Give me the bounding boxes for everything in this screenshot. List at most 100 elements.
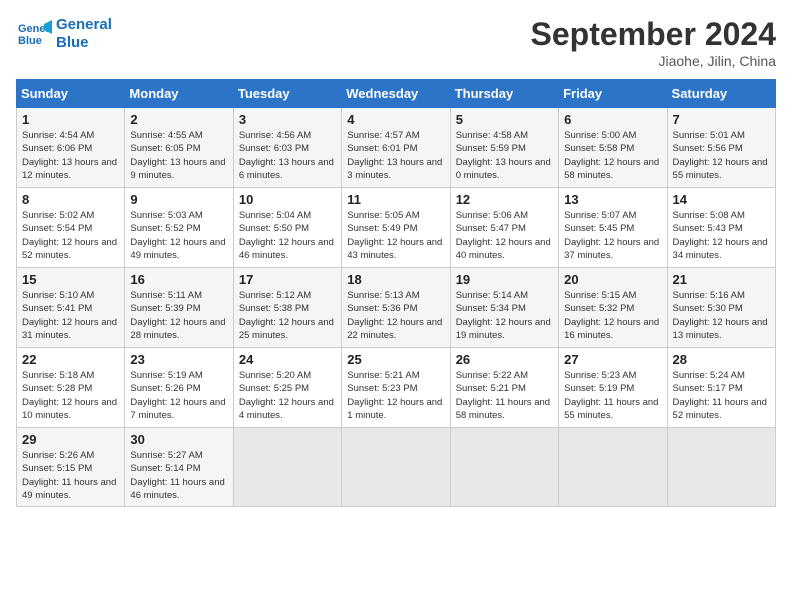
day-number: 17 bbox=[239, 272, 336, 287]
day-detail: Sunrise: 4:58 AMSunset: 5:59 PMDaylight:… bbox=[456, 130, 551, 181]
day-detail: Sunrise: 5:19 AMSunset: 5:26 PMDaylight:… bbox=[130, 370, 225, 421]
day-detail: Sunrise: 5:23 AMSunset: 5:19 PMDaylight:… bbox=[564, 370, 658, 421]
day-number: 10 bbox=[239, 192, 336, 207]
day-detail: Sunrise: 5:07 AMSunset: 5:45 PMDaylight:… bbox=[564, 210, 659, 261]
calendar-cell: 15Sunrise: 5:10 AMSunset: 5:41 PMDayligh… bbox=[17, 268, 125, 348]
day-number: 12 bbox=[456, 192, 553, 207]
calendar-cell bbox=[667, 428, 775, 507]
calendar-week-row: 29 Sunrise: 5:26 AMSunset: 5:15 PMDayligh… bbox=[17, 428, 776, 507]
calendar-week-row: 1Sunrise: 4:54 AMSunset: 6:06 PMDaylight… bbox=[17, 108, 776, 188]
calendar-cell: 1Sunrise: 4:54 AMSunset: 6:06 PMDaylight… bbox=[17, 108, 125, 188]
calendar-table: SundayMondayTuesdayWednesdayThursdayFrid… bbox=[16, 79, 776, 507]
calendar-cell: 29 Sunrise: 5:26 AMSunset: 5:15 PMDayligh… bbox=[17, 428, 125, 507]
day-number: 29 bbox=[22, 432, 119, 447]
calendar-cell: 7Sunrise: 5:01 AMSunset: 5:56 PMDaylight… bbox=[667, 108, 775, 188]
calendar-cell bbox=[559, 428, 667, 507]
day-number: 8 bbox=[22, 192, 119, 207]
day-number: 11 bbox=[347, 192, 444, 207]
calendar-cell: 28 Sunrise: 5:24 AMSunset: 5:17 PMDayligh… bbox=[667, 348, 775, 428]
day-number: 27 bbox=[564, 352, 661, 367]
calendar-cell bbox=[450, 428, 558, 507]
calendar-cell: 24Sunrise: 5:20 AMSunset: 5:25 PMDayligh… bbox=[233, 348, 341, 428]
weekday-header-sunday: Sunday bbox=[17, 80, 125, 108]
day-detail: Sunrise: 5:11 AMSunset: 5:39 PMDaylight:… bbox=[130, 290, 225, 341]
day-number: 28 bbox=[673, 352, 770, 367]
calendar-cell: 13 Sunrise: 5:07 AMSunset: 5:45 PMDayligh… bbox=[559, 188, 667, 268]
calendar-cell: 27 Sunrise: 5:23 AMSunset: 5:19 PMDayligh… bbox=[559, 348, 667, 428]
weekday-header-thursday: Thursday bbox=[450, 80, 558, 108]
day-number: 14 bbox=[673, 192, 770, 207]
day-number: 9 bbox=[130, 192, 227, 207]
calendar-cell: 14 Sunrise: 5:08 AMSunset: 5:43 PMDayligh… bbox=[667, 188, 775, 268]
day-detail: Sunrise: 4:56 AMSunset: 6:03 PMDaylight:… bbox=[239, 130, 334, 181]
logo: General Blue General Blue bbox=[16, 16, 112, 52]
calendar-cell: 20Sunrise: 5:15 AMSunset: 5:32 PMDayligh… bbox=[559, 268, 667, 348]
logo-text-line2: Blue bbox=[56, 34, 112, 52]
location: Jiaohe, Jilin, China bbox=[531, 53, 776, 69]
weekday-header-friday: Friday bbox=[559, 80, 667, 108]
weekday-header-row: SundayMondayTuesdayWednesdayThursdayFrid… bbox=[17, 80, 776, 108]
day-number: 3 bbox=[239, 112, 336, 127]
calendar-cell: 5 Sunrise: 4:58 AMSunset: 5:59 PMDaylight… bbox=[450, 108, 558, 188]
day-detail: Sunrise: 5:10 AMSunset: 5:41 PMDaylight:… bbox=[22, 290, 117, 341]
calendar-cell: 8Sunrise: 5:02 AMSunset: 5:54 PMDaylight… bbox=[17, 188, 125, 268]
month-title: September 2024 bbox=[531, 16, 776, 53]
day-number: 22 bbox=[22, 352, 119, 367]
calendar-cell: 16 Sunrise: 5:11 AMSunset: 5:39 PMDayligh… bbox=[125, 268, 233, 348]
day-number: 16 bbox=[130, 272, 227, 287]
calendar-cell: 2Sunrise: 4:55 AMSunset: 6:05 PMDaylight… bbox=[125, 108, 233, 188]
day-detail: Sunrise: 5:06 AMSunset: 5:47 PMDaylight:… bbox=[456, 210, 551, 261]
day-detail: Sunrise: 5:13 AMSunset: 5:36 PMDaylight:… bbox=[347, 290, 442, 341]
weekday-header-wednesday: Wednesday bbox=[342, 80, 450, 108]
day-detail: Sunrise: 4:57 AMSunset: 6:01 PMDaylight:… bbox=[347, 130, 442, 181]
day-number: 25 bbox=[347, 352, 444, 367]
calendar-cell: 22 Sunrise: 5:18 AMSunset: 5:28 PMDayligh… bbox=[17, 348, 125, 428]
day-number: 7 bbox=[673, 112, 770, 127]
day-detail: Sunrise: 5:08 AMSunset: 5:43 PMDaylight:… bbox=[673, 210, 768, 261]
day-detail: Sunrise: 5:21 AMSunset: 5:23 PMDaylight:… bbox=[347, 370, 442, 421]
day-number: 21 bbox=[673, 272, 770, 287]
title-block: September 2024 Jiaohe, Jilin, China bbox=[531, 16, 776, 69]
day-detail: Sunrise: 5:22 AMSunset: 5:21 PMDaylight:… bbox=[456, 370, 550, 421]
calendar-cell bbox=[233, 428, 341, 507]
weekday-header-monday: Monday bbox=[125, 80, 233, 108]
page-header: General Blue General Blue September 2024… bbox=[16, 16, 776, 69]
day-detail: Sunrise: 5:00 AMSunset: 5:58 PMDaylight:… bbox=[564, 130, 659, 181]
day-detail: Sunrise: 5:26 AMSunset: 5:15 PMDaylight:… bbox=[22, 450, 116, 501]
calendar-week-row: 15Sunrise: 5:10 AMSunset: 5:41 PMDayligh… bbox=[17, 268, 776, 348]
svg-text:Blue: Blue bbox=[18, 35, 42, 47]
calendar-cell: 26 Sunrise: 5:22 AMSunset: 5:21 PMDayligh… bbox=[450, 348, 558, 428]
day-number: 20 bbox=[564, 272, 661, 287]
calendar-cell: 9Sunrise: 5:03 AMSunset: 5:52 PMDaylight… bbox=[125, 188, 233, 268]
logo-text-line1: General bbox=[56, 16, 112, 34]
day-detail: Sunrise: 5:05 AMSunset: 5:49 PMDaylight:… bbox=[347, 210, 442, 261]
day-number: 6 bbox=[564, 112, 661, 127]
calendar-week-row: 8Sunrise: 5:02 AMSunset: 5:54 PMDaylight… bbox=[17, 188, 776, 268]
day-number: 18 bbox=[347, 272, 444, 287]
calendar-cell: 30Sunrise: 5:27 AMSunset: 5:14 PMDayligh… bbox=[125, 428, 233, 507]
day-number: 24 bbox=[239, 352, 336, 367]
day-detail: Sunrise: 4:54 AMSunset: 6:06 PMDaylight:… bbox=[22, 130, 117, 181]
day-detail: Sunrise: 5:04 AMSunset: 5:50 PMDaylight:… bbox=[239, 210, 334, 261]
calendar-cell: 6 Sunrise: 5:00 AMSunset: 5:58 PMDaylight… bbox=[559, 108, 667, 188]
calendar-cell: 23Sunrise: 5:19 AMSunset: 5:26 PMDayligh… bbox=[125, 348, 233, 428]
calendar-cell: 4Sunrise: 4:57 AMSunset: 6:01 PMDaylight… bbox=[342, 108, 450, 188]
calendar-cell: 11 Sunrise: 5:05 AMSunset: 5:49 PMDayligh… bbox=[342, 188, 450, 268]
logo-icon: General Blue bbox=[16, 16, 52, 52]
calendar-cell: 18 Sunrise: 5:13 AMSunset: 5:36 PMDayligh… bbox=[342, 268, 450, 348]
calendar-cell: 10 Sunrise: 5:04 AMSunset: 5:50 PMDayligh… bbox=[233, 188, 341, 268]
day-number: 5 bbox=[456, 112, 553, 127]
calendar-cell: 12 Sunrise: 5:06 AMSunset: 5:47 PMDayligh… bbox=[450, 188, 558, 268]
calendar-cell: 25 Sunrise: 5:21 AMSunset: 5:23 PMDayligh… bbox=[342, 348, 450, 428]
day-number: 26 bbox=[456, 352, 553, 367]
day-number: 13 bbox=[564, 192, 661, 207]
weekday-header-saturday: Saturday bbox=[667, 80, 775, 108]
calendar-cell: 3 Sunrise: 4:56 AMSunset: 6:03 PMDaylight… bbox=[233, 108, 341, 188]
day-number: 2 bbox=[130, 112, 227, 127]
day-detail: Sunrise: 5:18 AMSunset: 5:28 PMDaylight:… bbox=[22, 370, 117, 421]
calendar-cell: 19Sunrise: 5:14 AMSunset: 5:34 PMDayligh… bbox=[450, 268, 558, 348]
day-detail: Sunrise: 5:24 AMSunset: 5:17 PMDaylight:… bbox=[673, 370, 767, 421]
calendar-cell: 21 Sunrise: 5:16 AMSunset: 5:30 PMDayligh… bbox=[667, 268, 775, 348]
day-detail: Sunrise: 5:16 AMSunset: 5:30 PMDaylight:… bbox=[673, 290, 768, 341]
weekday-header-tuesday: Tuesday bbox=[233, 80, 341, 108]
